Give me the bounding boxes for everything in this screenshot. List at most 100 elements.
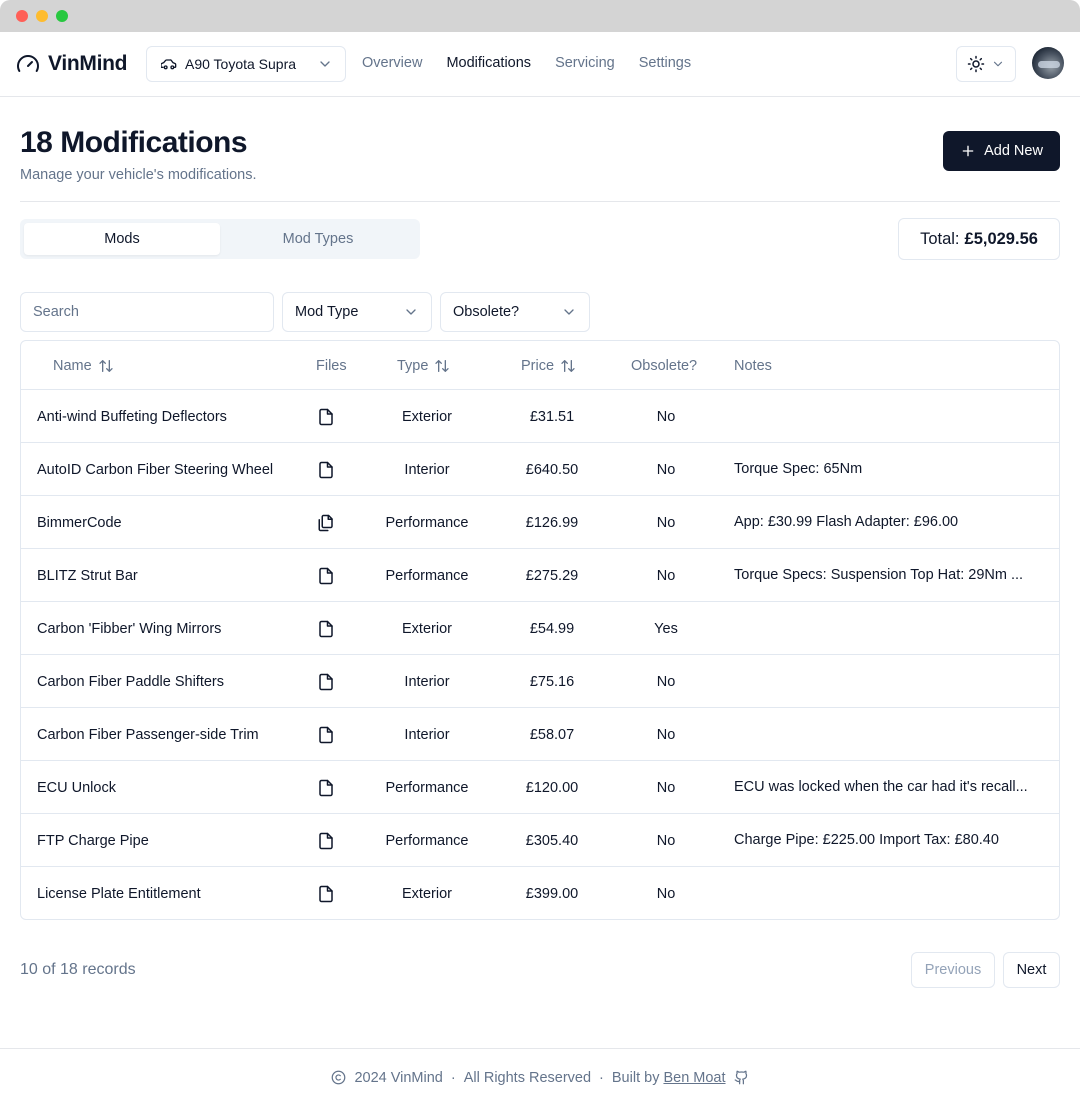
file-icon[interactable] <box>313 814 339 867</box>
file-icon[interactable] <box>313 602 339 655</box>
close-window-button[interactable] <box>16 10 28 22</box>
mod-type: Performance <box>385 567 469 584</box>
previous-page-button[interactable]: Previous <box>911 952 995 988</box>
brand-name: VinMind <box>48 52 128 75</box>
brand-logo[interactable]: VinMind <box>16 52 127 76</box>
author-link[interactable]: Ben Moat <box>663 1070 725 1086</box>
file-icon[interactable] <box>313 761 339 814</box>
mod-price: £54.99 <box>529 620 575 637</box>
file-icon[interactable] <box>313 655 339 708</box>
car-icon <box>161 56 177 72</box>
column-header-files-label: Files <box>316 357 347 374</box>
table-row[interactable]: FTP Charge Pipe Performance £305.40 No Charg… <box>21 814 1059 867</box>
column-header-type[interactable]: Type <box>397 341 450 390</box>
mod-type: Interior <box>404 673 450 690</box>
mod-name: AutoID Carbon Fiber Steering Wheel <box>37 461 274 478</box>
column-header-price[interactable]: Price <box>521 341 576 390</box>
mod-obsolete: No <box>656 567 676 584</box>
nav-modifications[interactable]: Modifications <box>446 55 531 71</box>
file-icon[interactable] <box>313 867 339 919</box>
minimize-window-button[interactable] <box>36 10 48 22</box>
nav-settings[interactable]: Settings <box>639 55 691 71</box>
table-row[interactable]: BLITZ Strut Bar Performance £275.29 No Torqu… <box>21 549 1059 602</box>
mod-obsolete: Yes <box>654 620 678 637</box>
header-divider <box>20 201 1060 202</box>
add-new-label: Add New <box>984 143 1043 159</box>
top-navbar: VinMind A90 Toyota Supra Overview Modifi… <box>0 32 1080 97</box>
mod-name: License Plate Entitlement <box>37 885 201 902</box>
sun-icon <box>967 55 985 73</box>
mod-notes: Torque Specs: Suspension Top Hat: 29Nm .… <box>734 567 1024 583</box>
vehicle-select-label: A90 Toyota Supra <box>185 56 297 72</box>
mod-type: Exterior <box>402 408 452 425</box>
column-header-name-label: Name <box>53 357 92 374</box>
footer-separator: · <box>599 1069 604 1086</box>
nav-overview[interactable]: Overview <box>362 55 422 71</box>
sort-icon <box>98 358 114 374</box>
table-row[interactable]: Carbon 'Fibber' Wing Mirrors Exterior £54.… <box>21 602 1059 655</box>
mod-price: £640.50 <box>525 461 579 478</box>
mod-price: £120.00 <box>525 779 579 796</box>
table-row[interactable]: ECU Unlock Performance £120.00 No ECU was lo… <box>21 761 1059 814</box>
column-header-obsolete-label: Obsolete? <box>631 357 698 374</box>
view-tabs: Mods Mod Types <box>20 219 420 259</box>
footer-separator: · <box>450 1069 456 1086</box>
sort-icon <box>560 358 576 374</box>
gauge-icon <box>16 52 40 76</box>
mod-name: Carbon Fiber Paddle Shifters <box>37 673 224 690</box>
plus-icon <box>960 143 976 159</box>
column-header-name[interactable]: Name <box>53 341 114 390</box>
window-titlebar <box>0 0 1080 32</box>
chevron-down-icon <box>561 304 577 320</box>
tab-mods[interactable]: Mods <box>24 223 220 255</box>
mod-price: £126.99 <box>525 514 579 531</box>
file-icon[interactable] <box>313 443 339 496</box>
column-header-files: Files <box>316 341 347 390</box>
table-row[interactable]: License Plate Entitlement Exterior £399.00… <box>21 867 1059 919</box>
next-page-button[interactable]: Next <box>1003 952 1060 988</box>
mod-obsolete: No <box>656 408 676 425</box>
mod-obsolete: No <box>656 832 676 849</box>
app-window: VinMind A90 Toyota Supra Overview Modifi… <box>0 0 1080 1106</box>
maximize-window-button[interactable] <box>56 10 68 22</box>
mod-name: FTP Charge Pipe <box>37 832 149 849</box>
user-avatar[interactable] <box>1032 47 1064 79</box>
add-new-button[interactable]: Add New <box>943 131 1060 171</box>
main-nav: Overview Modifications Servicing Setting… <box>362 55 691 71</box>
footer-built-by: Built by <box>611 1069 660 1086</box>
record-count: 10 of 18 records <box>20 961 136 978</box>
mod-notes: App: £30.99 Flash Adapter: £96.00 <box>734 514 959 530</box>
mod-notes: Torque Spec: 65Nm <box>734 461 863 477</box>
chevron-down-icon <box>991 57 1005 71</box>
files-icon[interactable] <box>313 496 339 549</box>
table-row[interactable]: AutoID Carbon Fiber Steering Wheel Interi… <box>21 443 1059 496</box>
file-icon[interactable] <box>313 549 339 602</box>
table-row[interactable]: BimmerCode Performance £126.99 No App: £30.9… <box>21 496 1059 549</box>
footer: 2024 VinMind · All Rights Reserved · Bui… <box>0 1048 1080 1106</box>
column-header-price-label: Price <box>521 357 555 374</box>
mod-notes: ECU was locked when the car had it's rec… <box>734 779 1028 795</box>
column-header-notes-label: Notes <box>734 357 772 374</box>
mod-notes <box>734 708 1039 761</box>
mod-obsolete: No <box>656 461 676 478</box>
search-input[interactable] <box>20 292 274 332</box>
vehicle-select[interactable]: A90 Toyota Supra <box>146 46 346 82</box>
obsolete-filter[interactable]: Obsolete? <box>440 292 590 332</box>
table-row[interactable]: Anti-wind Buffeting Deflectors Exterior £3… <box>21 390 1059 443</box>
file-icon[interactable] <box>313 708 339 761</box>
table-row[interactable]: Carbon Fiber Paddle Shifters Interior £75.… <box>21 655 1059 708</box>
file-icon[interactable] <box>313 390 339 443</box>
mod-type-filter[interactable]: Mod Type <box>282 292 432 332</box>
mod-type: Interior <box>404 726 450 743</box>
mod-notes: Charge Pipe: £225.00 Import Tax: £80.40 <box>734 832 999 848</box>
total-cost: Total: £5,029.56 <box>898 218 1060 260</box>
chevron-down-icon <box>317 56 333 72</box>
obsolete-filter-label: Obsolete? <box>453 304 520 320</box>
tab-mod-types[interactable]: Mod Types <box>220 223 416 255</box>
mod-name: Carbon 'Fibber' Wing Mirrors <box>37 620 222 637</box>
theme-toggle-button[interactable] <box>956 46 1016 82</box>
table-row[interactable]: Carbon Fiber Passenger-side Trim Interior… <box>21 708 1059 761</box>
nav-servicing[interactable]: Servicing <box>555 55 615 71</box>
mod-type: Exterior <box>402 885 452 902</box>
github-icon[interactable] <box>734 1070 749 1085</box>
